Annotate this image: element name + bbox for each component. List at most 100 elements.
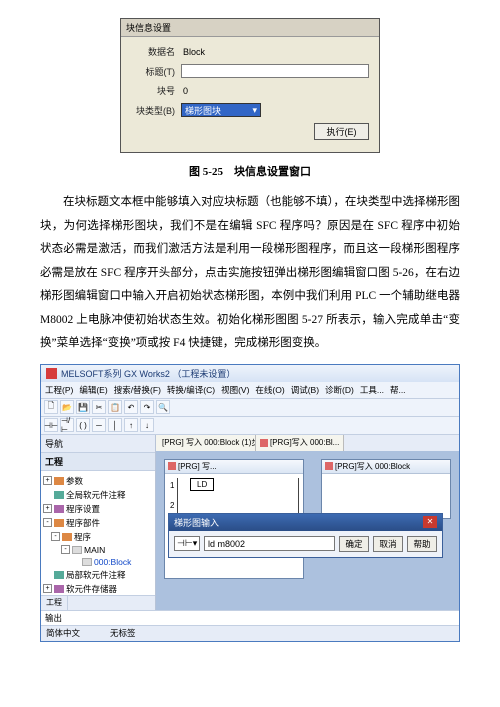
field-label: 标题(T) <box>131 65 181 78</box>
ladder-editor-window-2: [PRG]写入 000:Block <box>321 459 451 519</box>
instruction-type-select[interactable]: ⊣⊢▾ <box>174 536 200 551</box>
field-label: 数据名 <box>131 45 181 58</box>
tree-label: 全局软元件注释 <box>66 489 126 501</box>
expand-icon[interactable]: - <box>61 545 70 554</box>
instruction-input[interactable] <box>204 536 335 551</box>
toolbar-button[interactable]: ⊣/⊢ <box>60 418 74 432</box>
field-value: Block <box>181 47 205 57</box>
project-tree[interactable]: +参数全局软元件注释+程序设置-程序部件-程序-MAIN000:Block局部软… <box>41 471 155 595</box>
block-title-input[interactable] <box>181 64 369 78</box>
output-panel-header: 输出 <box>41 610 459 625</box>
toolbar-row-1[interactable]: 🗋 📂 💾 ✂ 📋 ↶ ↷ 🔍 <box>41 399 459 417</box>
toolbar-button[interactable]: 📋 <box>108 400 122 414</box>
project-header: 工程 <box>41 453 155 471</box>
mdi-title: [PRG] 写... <box>165 460 303 474</box>
folder-icon <box>54 505 64 513</box>
menu-item[interactable]: 调试(B) <box>291 384 319 396</box>
expand-icon[interactable]: - <box>51 532 60 541</box>
nav-header: 导航 <box>41 435 155 453</box>
tree-node[interactable]: - 程序部件 <box>43 516 153 530</box>
tree-node[interactable]: - 程序 <box>43 530 153 544</box>
field-label: 块类型(B) <box>131 104 181 117</box>
chevron-down-icon: ▾ <box>193 538 198 549</box>
tree-label: 程序部件 <box>66 517 100 529</box>
ladder-rung[interactable]: 1 LD <box>177 478 299 498</box>
tree-label: 程序 <box>74 531 91 543</box>
chevron-down-icon: ▾ <box>252 105 257 116</box>
menu-bar[interactable]: 工程(P) 编辑(E) 搜索/替换(F) 转换/编译(C) 视图(V) 在线(O) 调试(B… <box>41 382 459 399</box>
expand-icon[interactable]: + <box>43 584 52 593</box>
toolbar-button[interactable]: ─ <box>92 418 106 432</box>
menu-item[interactable]: 在线(O) <box>255 384 284 396</box>
app-icon <box>46 368 57 379</box>
menu-item[interactable]: 工具... <box>360 384 384 396</box>
expand-icon[interactable]: - <box>43 518 52 527</box>
window-titlebar: MELSOFT系列 GX Works2 （工程未设置） <box>41 365 459 382</box>
document-tab[interactable]: [PRG] 写入 000:Block (1)步 * <box>156 435 256 451</box>
toolbar-button[interactable]: 🗋 <box>44 400 58 414</box>
menu-item[interactable]: 视图(V) <box>221 384 249 396</box>
toolbar-button[interactable]: │ <box>108 418 122 432</box>
menu-item[interactable]: 帮... <box>390 384 406 396</box>
toolbar-button[interactable]: ↷ <box>140 400 154 414</box>
tree-node[interactable]: + 程序设置 <box>43 502 153 516</box>
tree-label: 000:Block <box>94 557 131 567</box>
toolbar-button[interactable]: ↓ <box>140 418 154 432</box>
toolbar-button[interactable]: 📂 <box>60 400 74 414</box>
toolbar-button[interactable]: ↶ <box>124 400 138 414</box>
editor-area: [PRG] 写入 000:Block (1)步 *[PRG]写入 000:Bl.… <box>156 435 459 610</box>
document-tabs[interactable]: [PRG] 写入 000:Block (1)步 *[PRG]写入 000:Bl.… <box>156 435 459 451</box>
file-icon <box>325 462 333 470</box>
expand-icon[interactable]: + <box>43 504 52 513</box>
folder-icon <box>72 546 82 554</box>
menu-item[interactable]: 搜索/替换(F) <box>114 384 161 396</box>
folder-icon <box>54 585 64 593</box>
toolbar-button[interactable]: ↑ <box>124 418 138 432</box>
tree-label: 局部软元件注释 <box>66 569 126 581</box>
mdi-title: [PRG]写入 000:Block <box>322 460 450 474</box>
tree-node[interactable]: 局部软元件注释 <box>43 568 153 582</box>
cancel-button[interactable]: 取消 <box>373 536 403 552</box>
tree-label: 程序设置 <box>66 503 100 515</box>
menu-item[interactable]: 工程(P) <box>45 384 73 396</box>
tree-node[interactable]: 000:Block <box>43 556 153 568</box>
folder-icon <box>62 533 72 541</box>
ladder-input-dialog: 梯形图输入 ✕ ⊣⊢▾ 确定 取消 帮助 <box>168 513 443 558</box>
help-button[interactable]: 帮助 <box>407 536 437 552</box>
execute-button[interactable]: 执行(E) <box>314 123 369 140</box>
menu-item[interactable]: 诊断(D) <box>325 384 354 396</box>
document-tab[interactable]: [PRG]写入 000:Bl... <box>256 435 344 451</box>
toolbar-button[interactable]: 🔍 <box>156 400 170 414</box>
tree-label: MAIN <box>84 545 105 555</box>
menu-item[interactable]: 编辑(E) <box>79 384 107 396</box>
folder-icon <box>54 477 64 485</box>
expand-icon[interactable]: + <box>43 476 52 485</box>
nav-bottom-tabs[interactable]: 工程 <box>41 595 155 610</box>
nav-tab[interactable]: 工程 <box>41 596 68 610</box>
block-info-dialog: 块信息设置 数据名 Block 标题(T) 块号 0 块类型(B) 梯形图块▾ <box>120 18 380 153</box>
block-type-select[interactable]: 梯形图块▾ <box>181 103 261 117</box>
status-bar: 简体中文 无标签 <box>41 625 459 641</box>
gxworks-window: MELSOFT系列 GX Works2 （工程未设置） 工程(P) 编辑(E) 搜索… <box>40 364 460 642</box>
body-paragraph: 在块标题文本框中能够填入对应块标题（也能够不填），在块类型中选择梯形图块，为何选… <box>40 191 460 356</box>
toolbar-button[interactable]: ✂ <box>92 400 106 414</box>
close-button[interactable]: ✕ <box>423 516 437 528</box>
folder-icon <box>82 558 92 566</box>
folder-icon <box>54 571 64 579</box>
toolbar-button[interactable]: ( ) <box>76 418 90 432</box>
tree-node[interactable]: - MAIN <box>43 544 153 556</box>
tree-node[interactable]: +参数 <box>43 474 153 488</box>
toolbar-button[interactable]: ⊣⊢ <box>44 418 58 432</box>
field-label: 块号 <box>131 84 181 97</box>
tree-node[interactable]: 全局软元件注释 <box>43 488 153 502</box>
tree-label: 软元件存储器 <box>66 583 117 595</box>
ld-instruction[interactable]: LD <box>190 478 214 491</box>
ok-button[interactable]: 确定 <box>339 536 369 552</box>
figure-caption: 图 5-25 块信息设置窗口 <box>40 163 460 179</box>
toolbar-button[interactable]: 💾 <box>76 400 90 414</box>
file-icon <box>260 439 268 447</box>
toolbar-row-2[interactable]: ⊣⊢ ⊣/⊢ ( ) ─ │ ↑ ↓ <box>41 417 459 435</box>
tree-node[interactable]: + 软元件存储器 <box>43 582 153 595</box>
menu-item[interactable]: 转换/编译(C) <box>167 384 215 396</box>
folder-icon <box>54 491 64 499</box>
